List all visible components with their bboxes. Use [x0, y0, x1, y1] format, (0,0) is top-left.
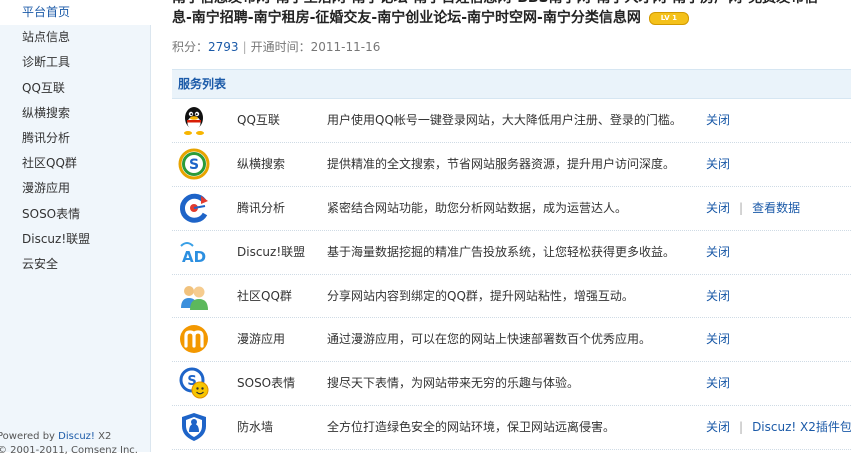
- service-name: SOSO表情: [237, 376, 296, 391]
- site-title: 南宁信息发布网-南宁生活网-南宁论坛-南宁百姓信息网-BBS南宁网-南宁人才网-…: [172, 0, 851, 28]
- svg-text:AD: AD: [182, 248, 206, 266]
- site-meta: 积分：2793 | 开通时间：2011-11-16: [172, 40, 381, 54]
- service-name: 漫游应用: [237, 332, 286, 347]
- service-actions: 关闭 | 查看数据: [706, 200, 801, 215]
- service-row-search: S 纵横搜索 提供精准的全文搜索，节省网站服务器资源，提升用户访问深度。 关闭: [172, 143, 851, 187]
- close-link[interactable]: 关闭: [706, 201, 730, 215]
- main-content: 南宁信息发布网-南宁生活网-南宁论坛-南宁百姓信息网-BBS南宁网-南宁人才网-…: [172, 0, 851, 452]
- sidebar-item-manyou[interactable]: 漫游应用: [0, 176, 150, 201]
- service-desc: 提供精准的全文搜索，节省网站服务器资源，提升用户访问深度。: [327, 156, 676, 171]
- qq-penguin-icon: [184, 107, 204, 135]
- service-desc: 分享网站内容到绑定的QQ群，提升网站粘性，增强互动。: [327, 288, 634, 303]
- sidebar-item-diagnostics[interactable]: 诊断工具: [0, 50, 150, 75]
- close-link[interactable]: 关闭: [706, 332, 730, 346]
- service-name: QQ互联: [237, 113, 280, 127]
- sidebar-item-analytics[interactable]: 腾讯分析: [0, 126, 150, 151]
- site-title-line2: 息-南宁招聘-南宁租房-征婚交友-南宁创业论坛-南宁时空网-南宁分类信息网: [172, 10, 641, 26]
- service-row-qq-group: 社区QQ群 分享网站内容到绑定的QQ群，提升网站粘性，增强互动。 关闭: [172, 275, 851, 319]
- sidebar-item-search[interactable]: 纵横搜索: [0, 101, 150, 126]
- service-row-analytics: 腾讯分析 紧密结合网站功能，助您分析网站数据，成为运营达人。 关闭 | 查看数据: [172, 187, 851, 231]
- service-actions: 关闭 | Discuz! X2插件包: [706, 420, 851, 435]
- service-actions: 关闭: [706, 362, 730, 404]
- service-desc: 全方位打造绿色安全的网站环境，保卫网站远离侵害。: [327, 420, 616, 435]
- plugin-pack-link[interactable]: Discuz! X2插件包: [752, 420, 851, 434]
- service-actions: 关闭: [706, 143, 730, 185]
- firewall-shield-icon: [182, 413, 206, 442]
- close-link[interactable]: 关闭: [706, 157, 730, 171]
- service-desc: 紧密结合网站功能，助您分析网站数据，成为运营达人。: [327, 200, 628, 215]
- close-link[interactable]: 关闭: [706, 245, 730, 259]
- points-value: 2793: [208, 40, 239, 54]
- sidebar-item-cloud-security[interactable]: 云安全: [0, 252, 150, 277]
- sidebar: 平台首页 站点信息 诊断工具 QQ互联 纵横搜索 腾讯分析 社区QQ群 漫游应用…: [0, 0, 151, 456]
- service-list-header: 服务列表: [172, 69, 851, 99]
- soso-emoji-icon: S: [179, 367, 209, 399]
- sidebar-item-site-info[interactable]: 站点信息: [0, 25, 150, 50]
- close-link[interactable]: 关闭: [706, 420, 730, 434]
- close-link[interactable]: 关闭: [706, 289, 730, 303]
- service-row-soso-emoji: S SOSO表情 搜尽天下表情，为网站带来无穷的乐趣与体验。 关闭: [172, 362, 851, 407]
- sidebar-item-qq-group[interactable]: 社区QQ群: [0, 151, 150, 176]
- service-desc: 基于海量数据挖掘的精准广告投放系统，让您轻松获得更多收益。: [327, 244, 676, 259]
- service-desc: 搜尽天下表情，为网站带来无穷的乐趣与体验。: [327, 376, 580, 391]
- sidebar-footer: Powered by Discuz! X2 © 2001-2011, Comse…: [0, 430, 138, 458]
- service-actions: 关闭: [706, 318, 730, 360]
- close-link[interactable]: 关闭: [706, 376, 730, 390]
- site-title-line1: 南宁信息发布网-南宁生活网-南宁论坛-南宁百姓信息网-BBS南宁网-南宁人才网-…: [172, 0, 851, 8]
- service-name: 社区QQ群: [237, 288, 292, 303]
- service-row-firewall: 防水墙 全方位打造绿色安全的网站环境，保卫网站远离侵害。 关闭 | Discuz! …: [172, 406, 851, 451]
- view-data-link[interactable]: 查看数据: [752, 201, 800, 215]
- soso-search-icon: S: [178, 148, 210, 180]
- service-desc: 用户使用QQ帐号一键登录网站，大大降低用户注册、登录的门槛。: [327, 113, 682, 127]
- tencent-analytics-icon: [179, 193, 208, 223]
- service-list: 服务列表 QQ互联 用户使用QQ帐号一键登录网站，大大降低用户注册、登录的门槛。…: [172, 69, 851, 451]
- manyou-app-icon: [180, 325, 208, 354]
- sidebar-item-home[interactable]: 平台首页: [0, 0, 151, 26]
- service-name: 腾讯分析: [237, 200, 286, 215]
- copyright: © 2001-2011, Comsenz Inc.: [0, 445, 138, 456]
- service-desc: 通过漫游应用，可以在您的网站上快速部署数百个优秀应用。: [327, 332, 652, 347]
- service-actions: 关闭: [706, 99, 730, 141]
- service-row-manyou: 漫游应用 通过漫游应用，可以在您的网站上快速部署数百个优秀应用。 关闭: [172, 318, 851, 363]
- open-time-value: 2011-11-16: [310, 40, 381, 54]
- sidebar-menu: 平台首页 站点信息 诊断工具 QQ互联 纵横搜索 腾讯分析 社区QQ群 漫游应用…: [0, 0, 151, 277]
- level-badge: LV 1: [648, 11, 689, 25]
- ad-union-icon: AD: [180, 241, 206, 266]
- service-name: 纵横搜索: [237, 156, 286, 171]
- powered-by: Powered by Discuz! X2: [0, 431, 112, 442]
- sidebar-item-qq-connect[interactable]: QQ互联: [0, 76, 150, 101]
- service-actions: 关闭: [706, 275, 730, 317]
- sidebar-item-union[interactable]: Discuz!联盟: [0, 227, 150, 252]
- qq-group-icon: [181, 285, 208, 310]
- service-row-union: AD Discuz!联盟 基于海量数据挖掘的精准广告投放系统，让您轻松获得更多收…: [172, 231, 851, 275]
- svg-text:S: S: [189, 157, 199, 173]
- close-link[interactable]: 关闭: [706, 113, 730, 127]
- service-row-qq-connect: QQ互联 用户使用QQ帐号一键登录网站，大大降低用户注册、登录的门槛。 关闭: [172, 99, 851, 143]
- sidebar-item-soso-emoji[interactable]: SOSO表情: [0, 202, 150, 227]
- service-actions: 关闭: [706, 231, 730, 273]
- service-name: Discuz!联盟: [237, 244, 306, 259]
- service-name: 防水墙: [237, 420, 274, 435]
- discuz-link[interactable]: Discuz!: [58, 431, 95, 442]
